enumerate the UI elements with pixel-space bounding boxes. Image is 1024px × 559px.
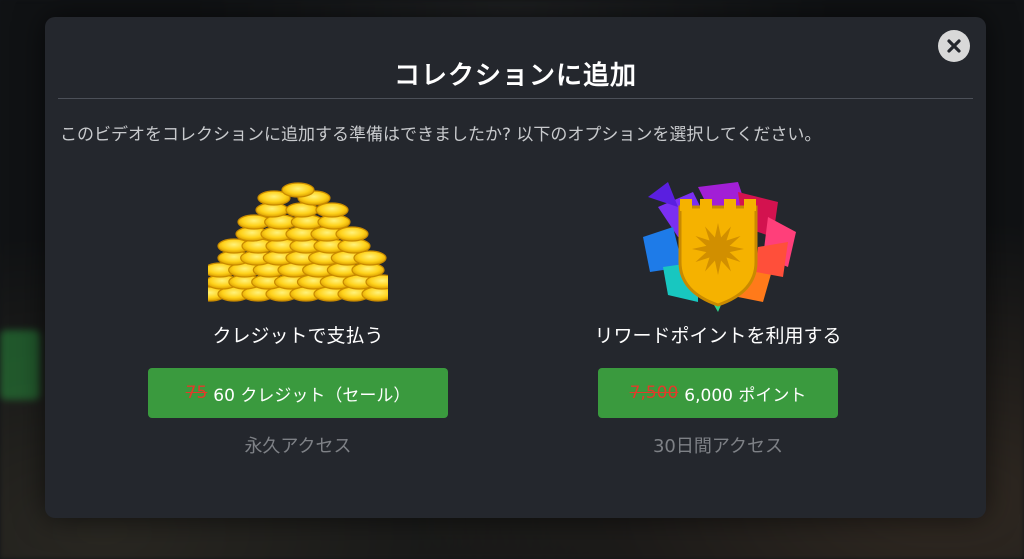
- buy-with-points-button[interactable]: 7,500 6,000 ポイント: [598, 368, 838, 418]
- coin-shape: [335, 226, 369, 242]
- rewards-shield-icon: [558, 177, 878, 317]
- original-points-price: 7,500: [629, 383, 679, 403]
- background-button-hint: [0, 330, 40, 400]
- pay-with-credits-label: クレジットで支払う: [212, 325, 384, 347]
- close-icon: [947, 39, 961, 53]
- thirty-day-access-label: 30日間アクセス: [652, 436, 783, 457]
- sale-credit-price: 60 クレジット（セール）: [213, 385, 411, 406]
- add-to-collection-modal: コレクションに追加 このビデオをコレクションに追加する準備はできましたか? 以下…: [45, 17, 986, 518]
- credits-option: クレジットで支払う 75 60 クレジット（セール） 永久アクセス: [138, 177, 458, 458]
- header-divider: [58, 98, 973, 99]
- rewards-option: リワードポイントを利用する 7,500 6,000 ポイント 30日間アクセス: [558, 177, 878, 458]
- buy-with-credits-button[interactable]: 75 60 クレジット（セール）: [148, 368, 448, 418]
- coin-shape: [315, 202, 349, 218]
- modal-title: コレクションに追加: [393, 61, 637, 91]
- sale-points-price: 6,000 ポイント: [684, 385, 807, 406]
- modal-description: このビデオをコレクションに追加する準備はできましたか? 以下のオプションを選択し…: [60, 125, 822, 145]
- original-credit-price: 75: [185, 383, 208, 403]
- gold-coins-icon: [138, 177, 458, 317]
- coin-shape: [281, 182, 315, 198]
- permanent-access-label: 永久アクセス: [244, 436, 352, 457]
- close-button[interactable]: [938, 30, 970, 62]
- use-reward-points-label: リワードポイントを利用する: [594, 325, 842, 347]
